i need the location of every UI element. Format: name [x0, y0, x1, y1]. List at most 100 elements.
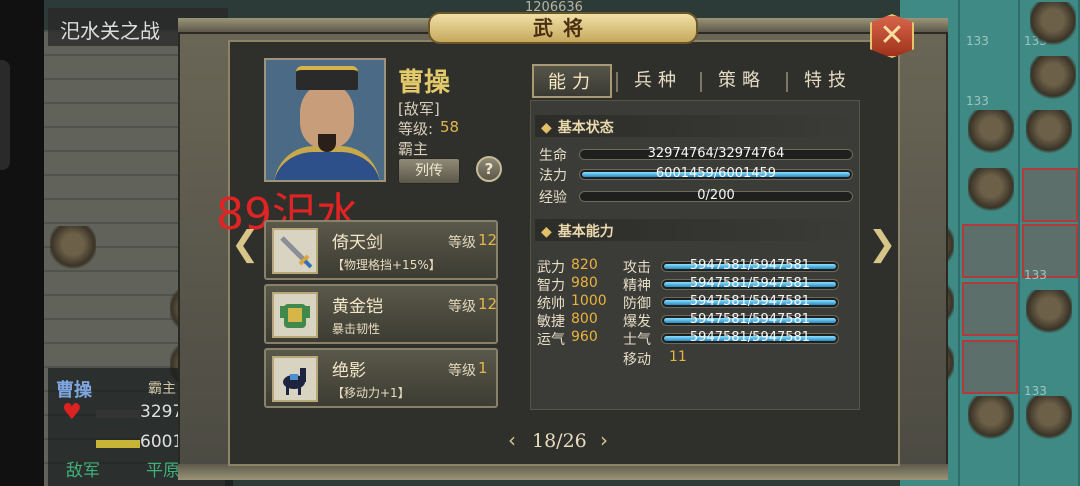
attr-value: 820: [571, 257, 598, 273]
exp-bar: 0/200: [579, 188, 853, 203]
screen-edge: [0, 0, 44, 486]
horse-icon: [272, 356, 318, 402]
move-label: 移动: [623, 352, 651, 368]
hp-bar: 32974764/32974764: [579, 146, 853, 161]
basic-ability-title: ◆ 基本能力: [541, 224, 614, 240]
equipment-item-armor[interactable]: 黄金铠 暴击韧性 等级 12: [264, 284, 498, 344]
equipment-item-horse[interactable]: 绝影 【移动力+1】 等级 1: [264, 348, 498, 408]
attr-value: 1000: [571, 293, 607, 309]
combat-label: 攻击: [623, 260, 651, 276]
stat-label: 法力: [539, 168, 567, 184]
combat-label: 爆发: [623, 314, 651, 330]
unit-terrain: 平原: [146, 461, 180, 481]
equipment-name: 绝影: [332, 361, 366, 381]
tile-number: 133: [1024, 268, 1047, 282]
enemy-unit-icon[interactable]: [1026, 290, 1072, 336]
mp-text: 6001459/6001459: [655, 166, 777, 181]
attack-range-tile: [962, 282, 1018, 336]
tab-strategy[interactable]: 策略: [702, 64, 782, 98]
attr-value: 960: [571, 329, 598, 345]
general-faction: [敌军]: [398, 100, 440, 118]
defense-bar: 5947581/5947581: [661, 294, 839, 309]
pager-text: 18/26: [532, 430, 587, 452]
unit-hp-bar: [96, 410, 140, 418]
stat-label: 生命: [539, 148, 567, 164]
attr-label: 智力: [537, 278, 565, 294]
general-level: 58: [440, 118, 460, 136]
close-button[interactable]: ✕: [870, 14, 914, 58]
ally-unit-icon[interactable]: [50, 226, 96, 272]
unit-army: 敌军: [66, 461, 100, 481]
enemy-unit-icon[interactable]: [1026, 110, 1072, 156]
sword-icon: [272, 228, 318, 274]
attack-bar: 5947581/5947581: [661, 258, 839, 273]
help-button[interactable]: ?: [476, 156, 502, 182]
equipment-level: 12: [478, 295, 498, 313]
close-icon: ✕: [879, 18, 905, 53]
equipment-level-label: 等级: [448, 363, 476, 379]
pager-prev-icon[interactable]: ‹: [508, 428, 516, 452]
exp-text: 0/200: [697, 188, 735, 203]
general-name: 曹操: [398, 68, 451, 98]
enemy-unit-icon[interactable]: [968, 168, 1014, 214]
tile-number: 133: [966, 34, 989, 48]
tab-ability[interactable]: 能力: [532, 64, 612, 98]
move-value: 11: [669, 349, 687, 365]
tab-troops[interactable]: 兵种: [618, 64, 698, 98]
tile-number: 133: [966, 94, 989, 108]
general-level-label: 等级:: [398, 120, 434, 138]
equipment-level-label: 等级: [448, 299, 476, 315]
attr-label: 武力: [537, 260, 565, 276]
heart-icon: ♥: [62, 400, 82, 425]
info-tabs: 能力 兵种 策略 特技: [530, 64, 860, 98]
ability-panel: ◆ 基本状态 生命 32974764/32974764 法力 6001459/60…: [530, 100, 860, 410]
attack-range-tile: [1022, 168, 1078, 222]
attack-range-tile: [962, 224, 1018, 278]
stat-label: 经验: [539, 190, 567, 206]
equipment-desc: 【物理格挡+15%】: [332, 258, 441, 272]
equipment-desc: 【移动力+1】: [332, 386, 410, 400]
attr-value: 980: [571, 275, 598, 291]
general-title: 霸主: [398, 140, 429, 158]
general-portrait: [264, 58, 386, 182]
dialog-title: 武将: [428, 12, 698, 44]
prev-general-arrow-icon[interactable]: ❮: [231, 224, 260, 264]
unit-mp-bar: [96, 440, 140, 448]
unit-name: 曹操: [56, 380, 92, 401]
attr-label: 统帅: [537, 296, 565, 312]
side-tab[interactable]: [0, 60, 10, 170]
tab-skills[interactable]: 特技: [788, 64, 868, 98]
attack-range-tile: [962, 340, 1018, 394]
equipment-level-label: 等级: [448, 235, 476, 251]
next-general-arrow-icon[interactable]: ❯: [868, 224, 897, 264]
dialog-rail-bottom: [178, 464, 948, 480]
burst-bar: 5947581/5947581: [661, 312, 839, 327]
equipment-desc: 暴击韧性: [332, 322, 381, 336]
armor-icon: [272, 292, 318, 338]
enemy-unit-icon[interactable]: [1026, 396, 1072, 442]
morale-bar: 5947581/5947581: [661, 330, 839, 345]
spirit-bar: 5947581/5947581: [661, 276, 839, 291]
basic-status-title: ◆ 基本状态: [541, 120, 614, 136]
diamond-icon: ◆: [541, 120, 552, 136]
diamond-icon: ◆: [541, 224, 552, 240]
enemy-unit-icon[interactable]: [1030, 56, 1076, 102]
attr-value: 800: [571, 311, 598, 327]
pager-next-icon[interactable]: ›: [600, 428, 608, 452]
equipment-name: 倚天剑: [332, 233, 383, 253]
enemy-unit-icon[interactable]: [968, 396, 1014, 442]
enemy-unit-icon[interactable]: [968, 110, 1014, 156]
equipment-name: 黄金铠: [332, 297, 383, 317]
mp-bar: 6001459/6001459: [579, 166, 853, 181]
enemy-unit-icon[interactable]: [1030, 2, 1076, 48]
equipment-item-weapon[interactable]: 倚天剑 【物理格挡+15%】 等级 12: [264, 220, 498, 280]
biography-button[interactable]: 列传: [398, 158, 460, 184]
hp-text: 32974764/32974764: [647, 146, 785, 161]
general-pager: ‹ 18/26 ›: [508, 428, 618, 454]
general-info-dialog: 武将 ✕ 曹操 [敌军] 等级: 58 霸主 列传 ? 89汜水 ❮ ❯ 倚天剑…: [178, 12, 948, 480]
combat-label: 精神: [623, 278, 651, 294]
equipment-level: 1: [478, 359, 488, 377]
equipment-level: 12: [478, 231, 498, 249]
combat-label: 士气: [623, 332, 651, 348]
combat-label: 防御: [623, 296, 651, 312]
